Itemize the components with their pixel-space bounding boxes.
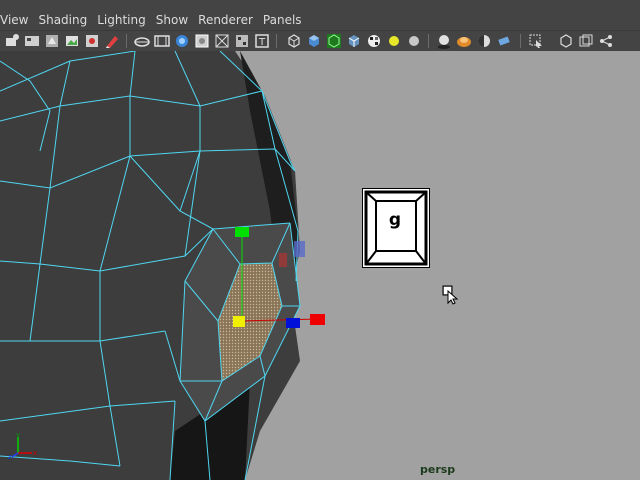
multisample-aa-icon[interactable] (476, 33, 492, 49)
panel-toolbar: T (0, 30, 640, 51)
move-handle-x[interactable] (310, 314, 325, 325)
grease-pencil-icon[interactable] (104, 33, 120, 49)
camera-attributes-icon[interactable] (24, 33, 40, 49)
keyboard-key-g-icon: g (362, 188, 430, 268)
isolate-select-icon[interactable] (528, 33, 544, 49)
safe-title-icon[interactable]: T (254, 33, 270, 49)
smooth-shade-cube-icon[interactable] (306, 33, 322, 49)
gate-mask-icon[interactable] (194, 33, 210, 49)
normal-handle[interactable] (294, 241, 305, 257)
menu-view[interactable]: View (0, 13, 32, 27)
xray-cube-icon[interactable] (346, 33, 362, 49)
select-camera-icon[interactable] (4, 33, 20, 49)
wireframe-cube-icon[interactable] (286, 33, 302, 49)
share-layout-icon[interactable] (598, 33, 614, 49)
move-handle-center[interactable] (233, 316, 245, 327)
menu-show[interactable]: Show (152, 13, 192, 27)
svg-text:T: T (258, 37, 266, 48)
textured-icon[interactable] (366, 33, 382, 49)
resolution-gate-icon[interactable] (174, 33, 190, 49)
menu-renderer[interactable]: Renderer (194, 13, 257, 27)
maya-viewport-window: View Shading Lighting Show Renderer Pane… (0, 0, 640, 480)
screen-space-ao-icon[interactable] (456, 33, 472, 49)
film-gate-icon[interactable] (154, 33, 170, 49)
xray-components-icon[interactable] (578, 33, 594, 49)
move-handle-z[interactable] (286, 318, 300, 328)
head-mesh-wireframe[interactable] (0, 51, 640, 480)
axis-x-label: x (33, 449, 37, 457)
image-plane-icon[interactable] (64, 33, 80, 49)
top-status-strip (0, 0, 640, 10)
axis-y-label: y (16, 431, 20, 439)
panel-menu-bar: View Shading Lighting Show Renderer Pane… (0, 10, 640, 30)
field-chart-icon[interactable] (214, 33, 230, 49)
toolbar-separator (276, 34, 277, 48)
toolbar-separator (520, 34, 521, 48)
menu-shading[interactable]: Shading (34, 13, 91, 27)
use-all-lights-icon[interactable] (386, 33, 402, 49)
grid-icon[interactable] (134, 33, 150, 49)
bookmark-icon[interactable] (44, 33, 60, 49)
xray-joints-icon[interactable] (558, 33, 574, 49)
default-light-icon[interactable] (406, 33, 422, 49)
safe-action-icon[interactable] (234, 33, 250, 49)
wireframe-on-shaded-icon[interactable] (326, 33, 342, 49)
move-handle-y[interactable] (235, 227, 249, 237)
camera-label: persp (420, 463, 456, 476)
axis-z-label: z (8, 453, 12, 461)
key-label: g (389, 210, 401, 230)
depth-of-field-icon[interactable] (496, 33, 512, 49)
view-axis-indicator: y x z (8, 431, 37, 461)
2d-pan-zoom-icon[interactable] (84, 33, 100, 49)
toolbar-separator (126, 34, 127, 48)
3d-viewport-persp[interactable]: g y x z persp (0, 51, 640, 480)
mouse-cursor-icon (442, 285, 459, 305)
rotate-handle[interactable] (279, 253, 287, 267)
menu-panels[interactable]: Panels (259, 13, 306, 27)
shadows-icon[interactable] (436, 33, 452, 49)
toolbar-separator (428, 34, 429, 48)
menu-lighting[interactable]: Lighting (93, 13, 150, 27)
